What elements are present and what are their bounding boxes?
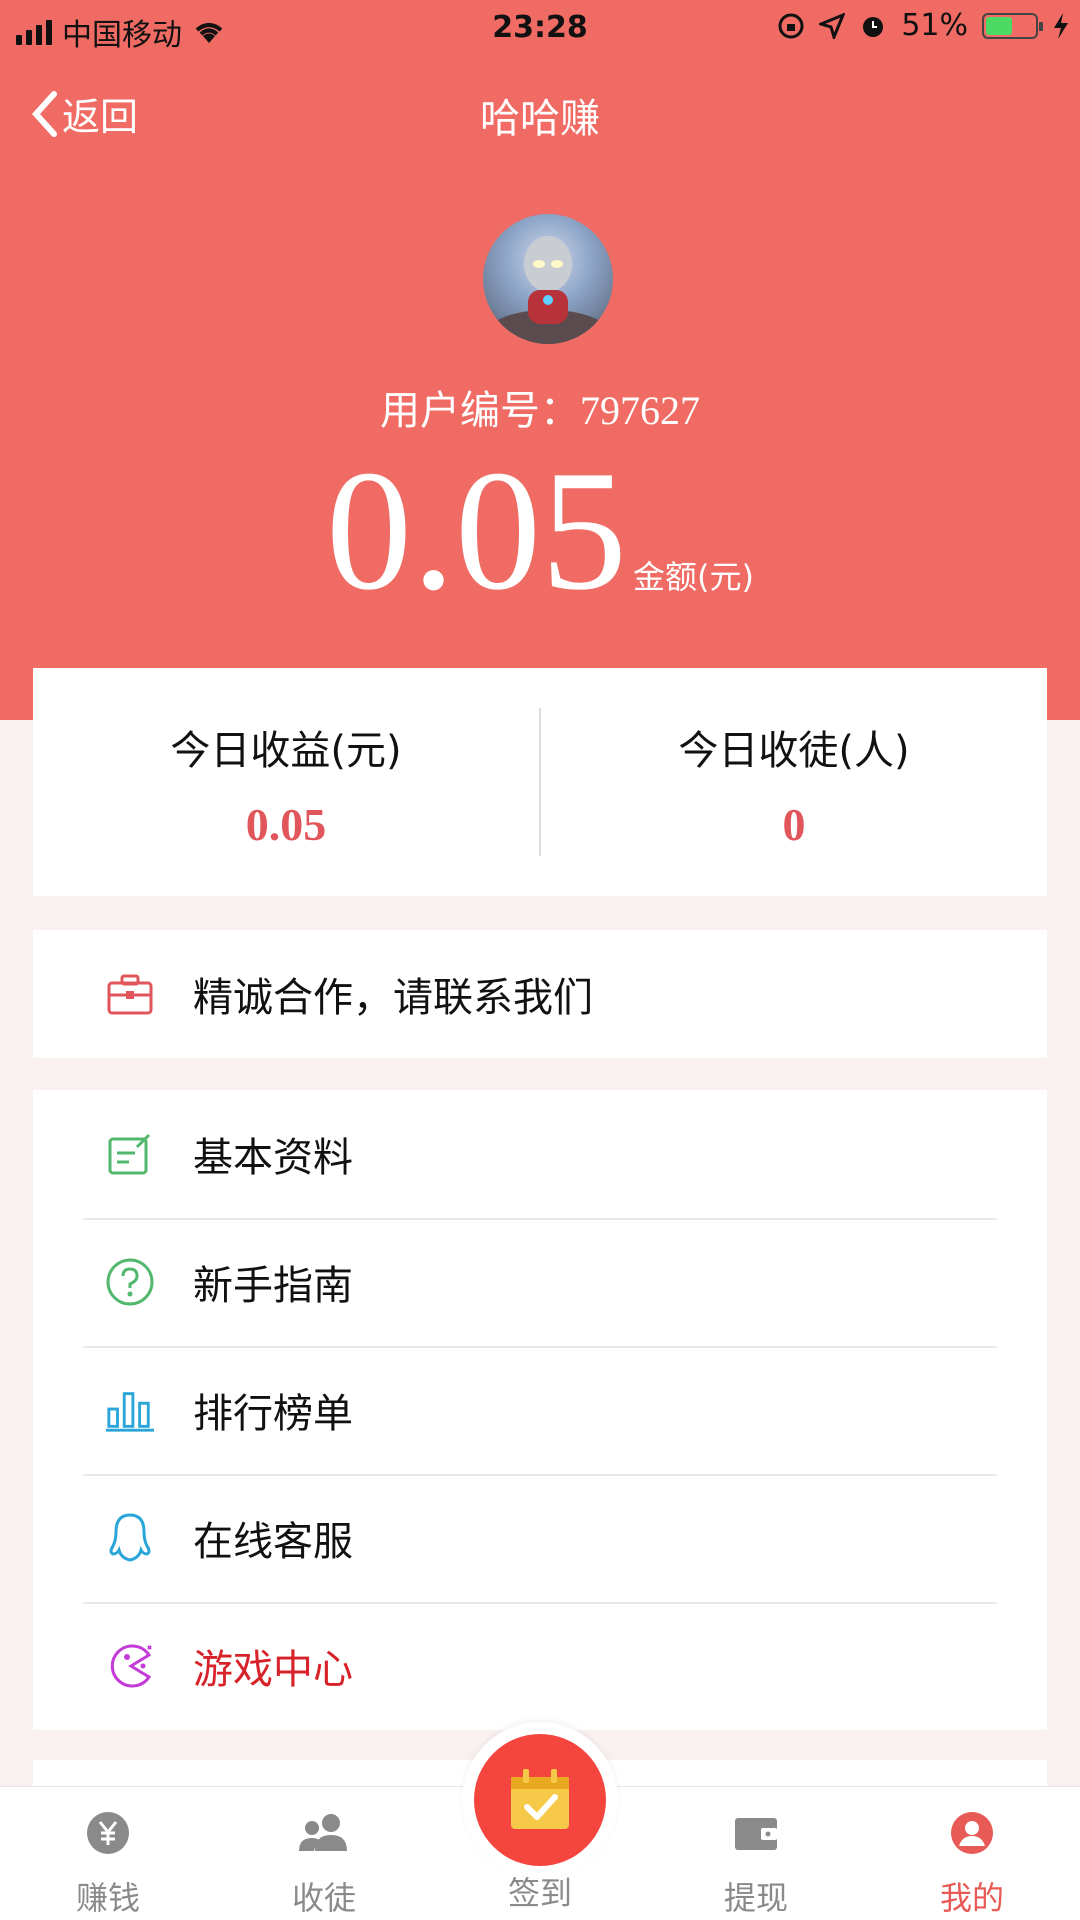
briefcase-icon xyxy=(105,969,155,1019)
balance: 0.05 金额(元) xyxy=(0,445,1080,617)
tab-earn[interactable]: 赚钱 xyxy=(0,1787,216,1920)
user-id: 用户编号：797627 xyxy=(0,378,1080,436)
location-icon xyxy=(819,12,846,39)
tab-withdraw[interactable]: 提现 xyxy=(648,1787,864,1920)
battery-icon xyxy=(982,12,1043,39)
wallet-icon xyxy=(735,1818,777,1850)
stat-label: 今日收益(元) xyxy=(170,728,402,774)
checkin-label: 签到 xyxy=(507,1874,572,1912)
users-icon xyxy=(299,1814,347,1851)
checkin-button[interactable] xyxy=(462,1722,618,1878)
charging-icon xyxy=(1054,12,1068,39)
rotation-lock-icon xyxy=(778,13,804,38)
user-id-value: 797627 xyxy=(580,388,700,433)
menu-label: 排行榜单 xyxy=(193,1391,353,1437)
yen-icon xyxy=(87,1812,129,1854)
menu-label: 游戏中心 xyxy=(193,1647,353,1693)
balance-unit: 金额(元) xyxy=(633,558,754,596)
user-icon xyxy=(951,1812,993,1854)
avatar[interactable] xyxy=(483,214,613,344)
stat-value: 0.05 xyxy=(245,799,327,850)
tab-label: 我的 xyxy=(939,1879,1004,1917)
menu-label: 基本资料 xyxy=(193,1135,353,1181)
tab-label: 提现 xyxy=(723,1879,788,1917)
menu-item-games[interactable]: 游戏中心 xyxy=(33,1602,1047,1730)
qq-icon xyxy=(105,1513,155,1563)
stat-label: 今日收徒(人) xyxy=(678,728,910,774)
menu-label: 新手指南 xyxy=(193,1263,353,1309)
stat-today-earnings: 今日收益(元) 0.05 xyxy=(33,668,539,896)
tab-recruit[interactable]: 收徒 xyxy=(216,1787,432,1920)
nav-bar: 返回 哈哈赚 xyxy=(0,76,1080,150)
status-bar: 中国移动 23:28 51% xyxy=(0,0,1080,56)
alarm-icon xyxy=(863,16,884,37)
menu-item-guide[interactable]: 新手指南 xyxy=(33,1218,1047,1346)
menu-item-support[interactable]: 在线客服 xyxy=(33,1474,1047,1602)
header: 中国移动 23:28 51% 返回 哈哈赚 用户编号：797627 0.05 金… xyxy=(0,0,1080,720)
tab-label: 赚钱 xyxy=(75,1879,140,1917)
checkin-button-circle xyxy=(474,1734,606,1866)
stat-today-apprentices: 今日收徒(人) 0 xyxy=(541,668,1047,896)
menu-card: 基本资料 新手指南 排行榜单 在线客服 游戏中心 xyxy=(33,1090,1047,1730)
game-icon xyxy=(105,1641,155,1691)
battery-percent: 51% xyxy=(901,8,968,43)
menu-item-ranking[interactable]: 排行榜单 xyxy=(33,1346,1047,1474)
balance-amount: 0.05 xyxy=(326,436,627,626)
avatar-image xyxy=(488,236,608,344)
tab-mine[interactable]: 我的 xyxy=(864,1787,1080,1920)
cooperation-card: 精诚合作，请联系我们 xyxy=(33,930,1047,1058)
menu-item-profile[interactable]: 基本资料 xyxy=(33,1090,1047,1218)
user-id-label: 用户编号： xyxy=(380,388,580,434)
stat-value: 0 xyxy=(782,799,806,850)
calendar-check-icon xyxy=(511,1769,569,1829)
cooperation-item[interactable]: 精诚合作，请联系我们 xyxy=(33,930,1047,1058)
page-title: 哈哈赚 xyxy=(480,96,600,142)
stats-card: 今日收益(元) 0.05 今日收徒(人) 0 xyxy=(33,668,1047,896)
cooperation-label: 精诚合作，请联系我们 xyxy=(193,975,593,1021)
edit-icon xyxy=(105,1129,155,1179)
menu-label: 在线客服 xyxy=(193,1519,353,1565)
question-icon xyxy=(105,1257,155,1307)
tab-label: 收徒 xyxy=(291,1879,356,1917)
chart-icon xyxy=(105,1385,155,1435)
